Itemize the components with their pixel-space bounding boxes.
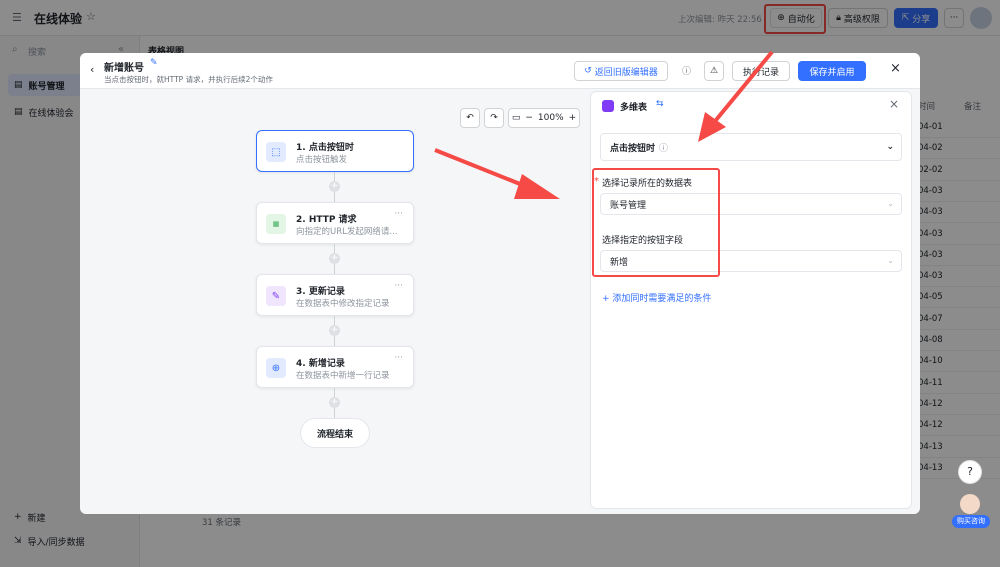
arrow-head [514,174,560,199]
arrow-head [698,112,726,142]
arrow-to-panel [434,148,531,190]
annotation-arrows [434,50,774,199]
arrow-to-trigger [714,50,774,122]
